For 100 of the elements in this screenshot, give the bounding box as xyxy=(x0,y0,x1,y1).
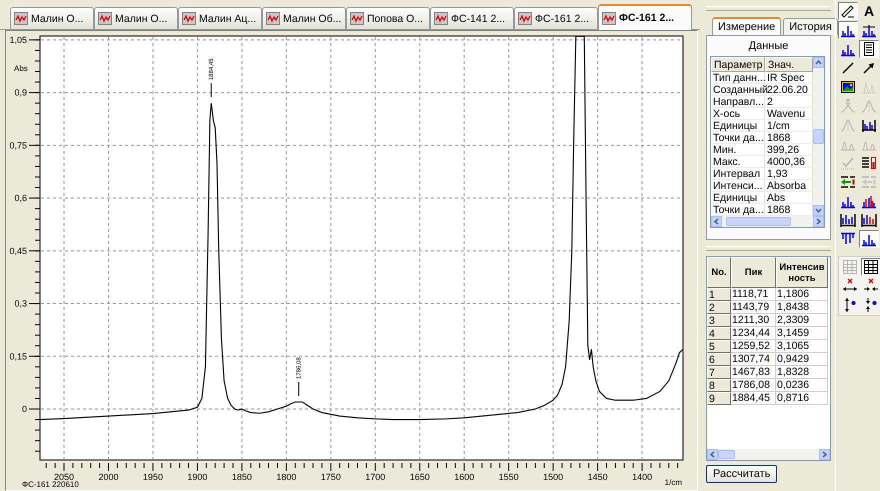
table-cell: 1234,44 xyxy=(731,327,776,340)
row-header: 4 xyxy=(707,327,731,340)
table-cell: Тип данн... xyxy=(711,72,765,84)
document-icon xyxy=(861,41,877,57)
tick-label: 1950 xyxy=(142,472,163,482)
leader-line xyxy=(298,382,300,396)
tick-label: 0,9 xyxy=(14,88,27,98)
grid-icon xyxy=(863,259,879,275)
leader-line xyxy=(210,82,212,98)
toolbar-button[interactable] xyxy=(859,211,879,229)
peak-marker-icon xyxy=(840,98,856,114)
table-cell: Интервал xyxy=(711,168,765,180)
spectrum-icon xyxy=(350,12,364,25)
chevron-right-icon xyxy=(821,451,828,458)
row-header: 5 xyxy=(707,340,731,353)
horizontal-scrollbar[interactable] xyxy=(711,216,824,227)
tab[interactable]: ФС-161 2... xyxy=(514,7,598,29)
peaks-range-icon xyxy=(861,212,877,228)
scroll-up-button[interactable] xyxy=(813,57,824,68)
y-inward-icon xyxy=(863,297,879,313)
chevron-left-icon xyxy=(709,451,716,458)
scroll-down-button[interactable] xyxy=(813,205,824,216)
table-cell: 1307,74 xyxy=(731,353,776,366)
row-header: 1 xyxy=(707,288,731,301)
x-range-icon xyxy=(842,278,858,294)
tick-label: 1600 xyxy=(454,472,474,482)
row-header: 3 xyxy=(707,314,731,327)
tick-label: 0 xyxy=(22,404,27,414)
table-cell: 1143,79 xyxy=(731,301,776,314)
tick-label: 1500 xyxy=(543,472,564,482)
toolbar-button[interactable] xyxy=(838,21,858,39)
table-cell: X-ось xyxy=(711,108,765,120)
horizontal-scrollbar[interactable] xyxy=(707,449,830,460)
tick-label: 1800 xyxy=(276,472,296,482)
peak-curve-icon xyxy=(861,98,877,114)
chevron-up-icon xyxy=(815,59,822,66)
scroll-left-button[interactable] xyxy=(711,216,722,227)
toolbar-button[interactable] xyxy=(838,211,858,229)
row-header: 8 xyxy=(707,379,731,392)
row-header: 2 xyxy=(707,301,731,314)
toolbar-button[interactable] xyxy=(861,258,880,276)
toolbar-button[interactable] xyxy=(859,230,879,248)
toolbar-button[interactable] xyxy=(859,40,879,58)
table-cell: Направл... xyxy=(711,96,765,108)
table-cell: 0,8716 xyxy=(776,392,828,405)
list-arrow-icon xyxy=(840,174,856,190)
tab[interactable]: Попова О... xyxy=(346,7,430,29)
toolbar-button[interactable] xyxy=(838,2,858,20)
image-icon xyxy=(840,79,856,95)
tab[interactable]: Измерение xyxy=(712,17,782,35)
scroll-right-button[interactable] xyxy=(819,449,830,460)
tab[interactable]: Малин О... xyxy=(10,7,94,29)
toolbar-button[interactable] xyxy=(859,154,879,172)
table-cell: 1118,71 xyxy=(731,288,776,301)
column-header[interactable]: Пик xyxy=(731,257,776,288)
table-cell: 1786,08 xyxy=(731,379,776,392)
scroll-thumb[interactable] xyxy=(726,217,791,226)
tick-label: 1,05 xyxy=(9,34,27,45)
spectrum-icon xyxy=(98,12,112,25)
tab[interactable]: Малин О... xyxy=(94,7,178,29)
spectrum-caption: ФС-161 220610 xyxy=(22,480,79,489)
spectrum-icon xyxy=(14,12,28,25)
column-header[interactable]: No. xyxy=(707,257,731,288)
scroll-right-button[interactable] xyxy=(813,216,824,227)
table-cell: 3,1459 xyxy=(776,327,828,340)
line-icon xyxy=(840,60,856,76)
table-cell: Единицы xyxy=(711,120,765,132)
column-header[interactable]: Интенсив ность xyxy=(776,257,828,288)
table-cell: 1259,52 xyxy=(731,340,776,353)
toolbar-button[interactable]: A xyxy=(859,2,879,20)
tick-label: 0,45 xyxy=(9,246,27,256)
tab[interactable]: Малин Ац... xyxy=(178,7,262,29)
column-header[interactable]: Знач. xyxy=(765,57,813,72)
spectrum-icon xyxy=(434,12,448,25)
table-cell: Точки да... xyxy=(711,132,765,144)
tab[interactable]: ФС-141 2... xyxy=(430,7,514,29)
spectrum-icon xyxy=(182,12,196,25)
scroll-thumb[interactable] xyxy=(718,450,735,459)
table-cell: 1467,83 xyxy=(731,366,776,379)
tab[interactable]: История xyxy=(783,18,838,35)
tick-label: 2050 xyxy=(54,472,74,482)
tick-label: 1900 xyxy=(187,472,208,482)
table-cell: Единицы xyxy=(711,192,765,204)
tab[interactable]: Малин Об... xyxy=(262,7,346,29)
calculate-button[interactable]: Рассчитать xyxy=(706,465,778,483)
pen-icon xyxy=(840,3,856,19)
tick-label: 1450 xyxy=(588,472,608,482)
vertical-scrollbar[interactable] xyxy=(813,57,824,216)
scroll-left-button[interactable] xyxy=(707,449,718,460)
table-cell: 1211,30 xyxy=(731,314,776,327)
toolbar-button[interactable] xyxy=(838,78,858,96)
row-header: 6 xyxy=(707,353,731,366)
axis-title: Abs xyxy=(14,64,28,73)
table-cell: 2,3309 xyxy=(776,314,828,327)
section-title: Данные xyxy=(748,39,788,54)
table-cell: Интенси... xyxy=(711,180,765,192)
tick-label: 0,15 xyxy=(9,351,27,362)
scroll-thumb[interactable] xyxy=(813,128,824,144)
column-header[interactable]: Параметр xyxy=(711,57,765,72)
tab[interactable]: ФС-161 2... xyxy=(598,4,692,30)
